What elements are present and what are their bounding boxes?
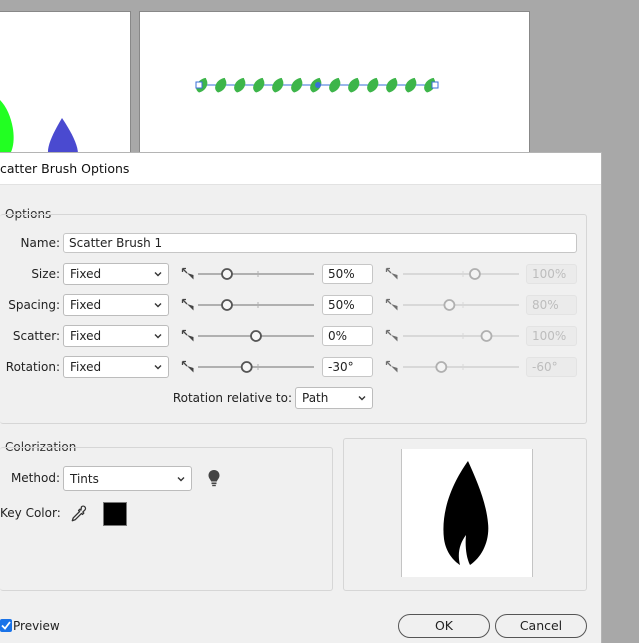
key-color-swatch[interactable] [103, 502, 127, 526]
pen-pressure-icon [385, 267, 399, 281]
ok-button[interactable]: OK [398, 614, 490, 638]
anchor-point-mid [315, 82, 321, 88]
chevron-down-icon [177, 477, 185, 482]
rotation-mode-select[interactable]: Fixed [63, 356, 169, 378]
spacing-label: Spacing: [8, 298, 60, 312]
leaf-shape-preview [443, 461, 489, 565]
pen-pressure-icon[interactable] [181, 329, 195, 343]
method-value: Tints [70, 472, 99, 486]
pen-pressure-icon[interactable] [181, 267, 195, 281]
name-label: Name: [20, 236, 60, 250]
leaf-brush-path [195, 77, 439, 93]
pen-pressure-icon [385, 329, 399, 343]
key-color-label: Key Color: [0, 506, 61, 520]
name-input[interactable]: Scatter Brush 1 [63, 233, 577, 253]
scatter-brush-options-dialog: catter Brush Options Options Name: Scatt… [0, 152, 602, 643]
size-min-slider[interactable] [196, 267, 316, 281]
spacing-mode-select[interactable]: Fixed [63, 294, 169, 316]
spacing-min-slider[interactable] [196, 298, 316, 312]
rotation-relative-label: Rotation relative to: [172, 391, 292, 405]
rotation-value-input[interactable]: -30° [322, 357, 373, 377]
size-min-slider-knob [221, 268, 233, 280]
brush-preview-area [343, 438, 587, 591]
size-mode-select[interactable]: Fixed [63, 263, 169, 285]
scatter-label: Scatter: [12, 329, 60, 343]
checkmark-icon [1, 621, 11, 630]
spacing-max-value-input: 80% [526, 295, 577, 315]
pen-pressure-icon[interactable] [181, 298, 195, 312]
rotation-mode-value: Fixed [70, 360, 102, 374]
anchor-point-start [195, 81, 203, 89]
scatter-mode-select[interactable]: Fixed [63, 325, 169, 347]
lightbulb-icon[interactable] [207, 469, 221, 487]
pen-pressure-icon[interactable] [181, 360, 195, 374]
anchor-point-end [431, 81, 439, 89]
method-select[interactable]: Tints [63, 466, 192, 491]
spacing-value-input[interactable]: 50% [322, 295, 373, 315]
preview-label[interactable]: Preview [13, 619, 60, 633]
rotation-max-slider-knob [435, 361, 448, 373]
green-shape [0, 100, 14, 154]
spacing-mode-value: Fixed [70, 298, 102, 312]
size-max-slider [403, 268, 519, 280]
chevron-down-icon [154, 334, 162, 339]
rotation-max-value-input: -60° [526, 357, 577, 377]
spacing-max-slider [403, 299, 519, 311]
rotation-min-slider-knob [240, 361, 253, 373]
scatter-max-slider [403, 330, 519, 342]
size-max-value-input: 100% [526, 264, 577, 284]
eyedropper-icon[interactable] [69, 505, 87, 523]
blue-leaf-shape [47, 118, 78, 154]
artboard-right [139, 11, 530, 155]
cancel-button[interactable]: Cancel [495, 614, 587, 638]
scatter-max-slider-knob [480, 330, 493, 342]
chevron-down-icon [358, 396, 366, 401]
rotation-label: Rotation: [5, 360, 60, 374]
scatter-value-input[interactable]: 0% [322, 326, 373, 346]
pen-pressure-icon [385, 298, 399, 312]
rotation-relative-value: Path [302, 391, 329, 405]
scatter-mode-value: Fixed [70, 329, 102, 343]
artboard-left-art [0, 100, 78, 154]
pen-pressure-icon [385, 360, 399, 374]
rotation-min-slider[interactable] [196, 360, 316, 374]
rotation-relative-select[interactable]: Path [295, 387, 373, 409]
size-mode-value: Fixed [70, 267, 102, 281]
chevron-down-icon [154, 303, 162, 308]
spacing-min-slider-knob [221, 299, 233, 311]
spacing-max-slider-knob [443, 299, 456, 311]
rotation-max-slider [403, 361, 519, 373]
scatter-min-slider-knob [250, 330, 262, 342]
size-value-input[interactable]: 50% [322, 264, 373, 284]
artboard-left [0, 11, 131, 155]
scatter-max-value-input: 100% [526, 326, 577, 346]
dialog-titlebar[interactable]: catter Brush Options [0, 153, 601, 185]
method-label: Method: [10, 471, 60, 485]
chevron-down-icon [154, 365, 162, 370]
size-label: Size: [31, 267, 60, 281]
chevron-down-icon [154, 272, 162, 277]
preview-checkbox[interactable] [0, 619, 12, 632]
scatter-min-slider[interactable] [196, 329, 316, 343]
size-max-slider-knob [469, 268, 481, 280]
brush-preview-canvas [401, 449, 533, 577]
dialog-title: catter Brush Options [0, 161, 130, 176]
